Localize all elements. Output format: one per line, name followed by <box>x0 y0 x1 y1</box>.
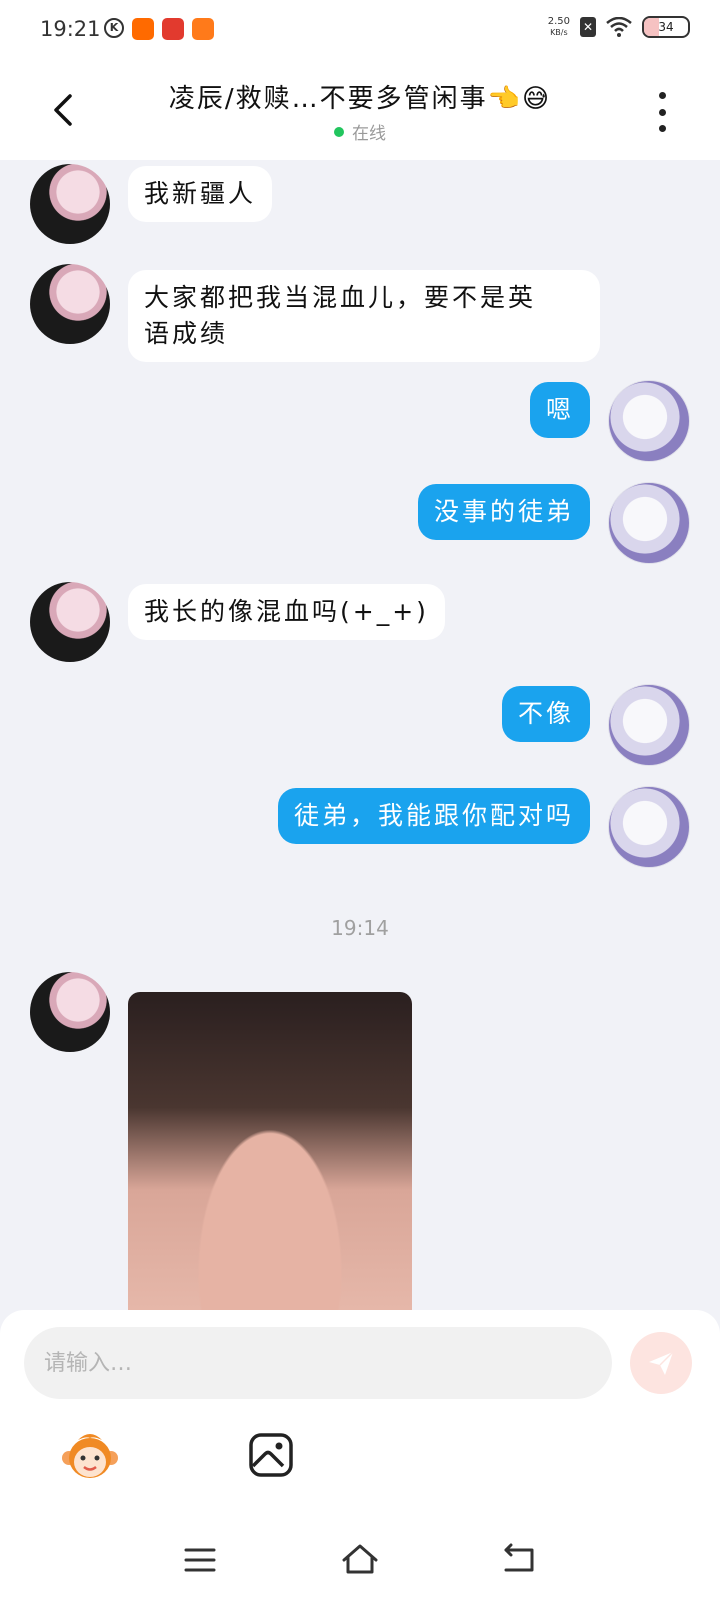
battery-level: 34 <box>658 20 674 34</box>
more-dot-icon <box>658 108 666 116</box>
back-button[interactable] <box>44 90 84 130</box>
message-text-line: 语成绩 <box>144 319 229 348</box>
contact-avatar[interactable] <box>30 972 110 1052</box>
message-bubble-received[interactable]: 我长的像混血吗(+_+) <box>128 584 445 640</box>
more-dot-icon <box>658 125 666 132</box>
image-picker-button[interactable] <box>248 1432 294 1478</box>
monkey-emoji-icon <box>62 1434 118 1478</box>
home-icon <box>342 1544 378 1574</box>
status-time: 19:21 <box>40 17 101 41</box>
message-input[interactable] <box>24 1327 612 1399</box>
home-button[interactable] <box>338 1540 382 1580</box>
send-button[interactable] <box>630 1332 692 1394</box>
online-dot-icon <box>334 126 344 137</box>
status-right: 2.50 KB/s ✕ 34 <box>548 16 690 38</box>
online-status-text: 在线 <box>352 124 386 144</box>
net-speed: 2.50 KB/s <box>548 16 570 38</box>
net-speed-unit: KB/s <box>550 28 568 37</box>
net-speed-value: 2.50 <box>547 16 570 27</box>
title-area: 凌辰/救赎…不要多管闲事👈😅 在线 <box>110 78 610 144</box>
chat-header: 凌辰/救赎…不要多管闲事👈😅 在线 <box>0 64 720 160</box>
kuaishou-app-icon <box>132 18 154 40</box>
message-text-line: 大家都把我当混血儿，要不是英 <box>144 283 537 312</box>
contact-avatar[interactable] <box>30 164 110 244</box>
contact-avatar[interactable] <box>30 582 110 662</box>
send-icon <box>649 1351 674 1375</box>
message-bubble-sent[interactable]: 没事的徒弟 <box>417 484 590 540</box>
message-bubble-sent[interactable]: 不像 <box>501 686 590 742</box>
system-nav-bar <box>0 1520 720 1602</box>
more-options-button[interactable] <box>652 92 672 132</box>
photo-message[interactable] <box>128 992 412 1310</box>
chevron-left-icon <box>54 94 72 126</box>
message-bubble-received[interactable]: 大家都把我当混血儿，要不是英 语成绩 <box>128 270 600 362</box>
my-avatar[interactable] <box>608 684 690 766</box>
status-bar: 19:21 K 2.50 KB/s ✕ 34 <box>0 0 720 64</box>
kuaishou-lite-app-icon <box>192 18 214 40</box>
back-nav-button[interactable] <box>498 1540 542 1580</box>
online-status: 在线 <box>110 119 610 144</box>
contact-avatar[interactable] <box>30 264 110 344</box>
chat-title: 凌辰/救赎…不要多管闲事👈😅 <box>168 84 552 114</box>
no-sim-icon: ✕ <box>580 17 596 37</box>
emoji-button[interactable] <box>60 1428 120 1484</box>
message-list[interactable]: 我新疆人 大家都把我当混血儿，要不是英 语成绩 嗯 没事的徒弟 我长的像混血吗(… <box>0 160 720 1310</box>
message-bubble-sent[interactable]: 嗯 <box>529 382 590 438</box>
wifi-icon <box>606 17 632 37</box>
my-avatar[interactable] <box>608 380 690 462</box>
image-icon <box>249 1433 293 1477</box>
menu-icon <box>184 1548 216 1572</box>
notification-icons: K <box>104 18 214 40</box>
back-arrow-icon <box>504 1543 534 1572</box>
time-separator: 19:14 <box>331 916 389 940</box>
more-dot-icon <box>658 92 666 99</box>
my-avatar[interactable] <box>608 482 690 564</box>
my-avatar[interactable] <box>608 786 690 868</box>
game-app-icon <box>162 18 184 40</box>
message-bubble-received[interactable]: 我新疆人 <box>128 166 273 222</box>
message-bubble-sent[interactable]: 徒弟，我能跟你配对吗 <box>277 788 590 844</box>
k-app-icon: K <box>104 18 124 38</box>
recent-apps-button[interactable] <box>178 1540 222 1580</box>
battery-icon: 34 <box>642 16 690 38</box>
